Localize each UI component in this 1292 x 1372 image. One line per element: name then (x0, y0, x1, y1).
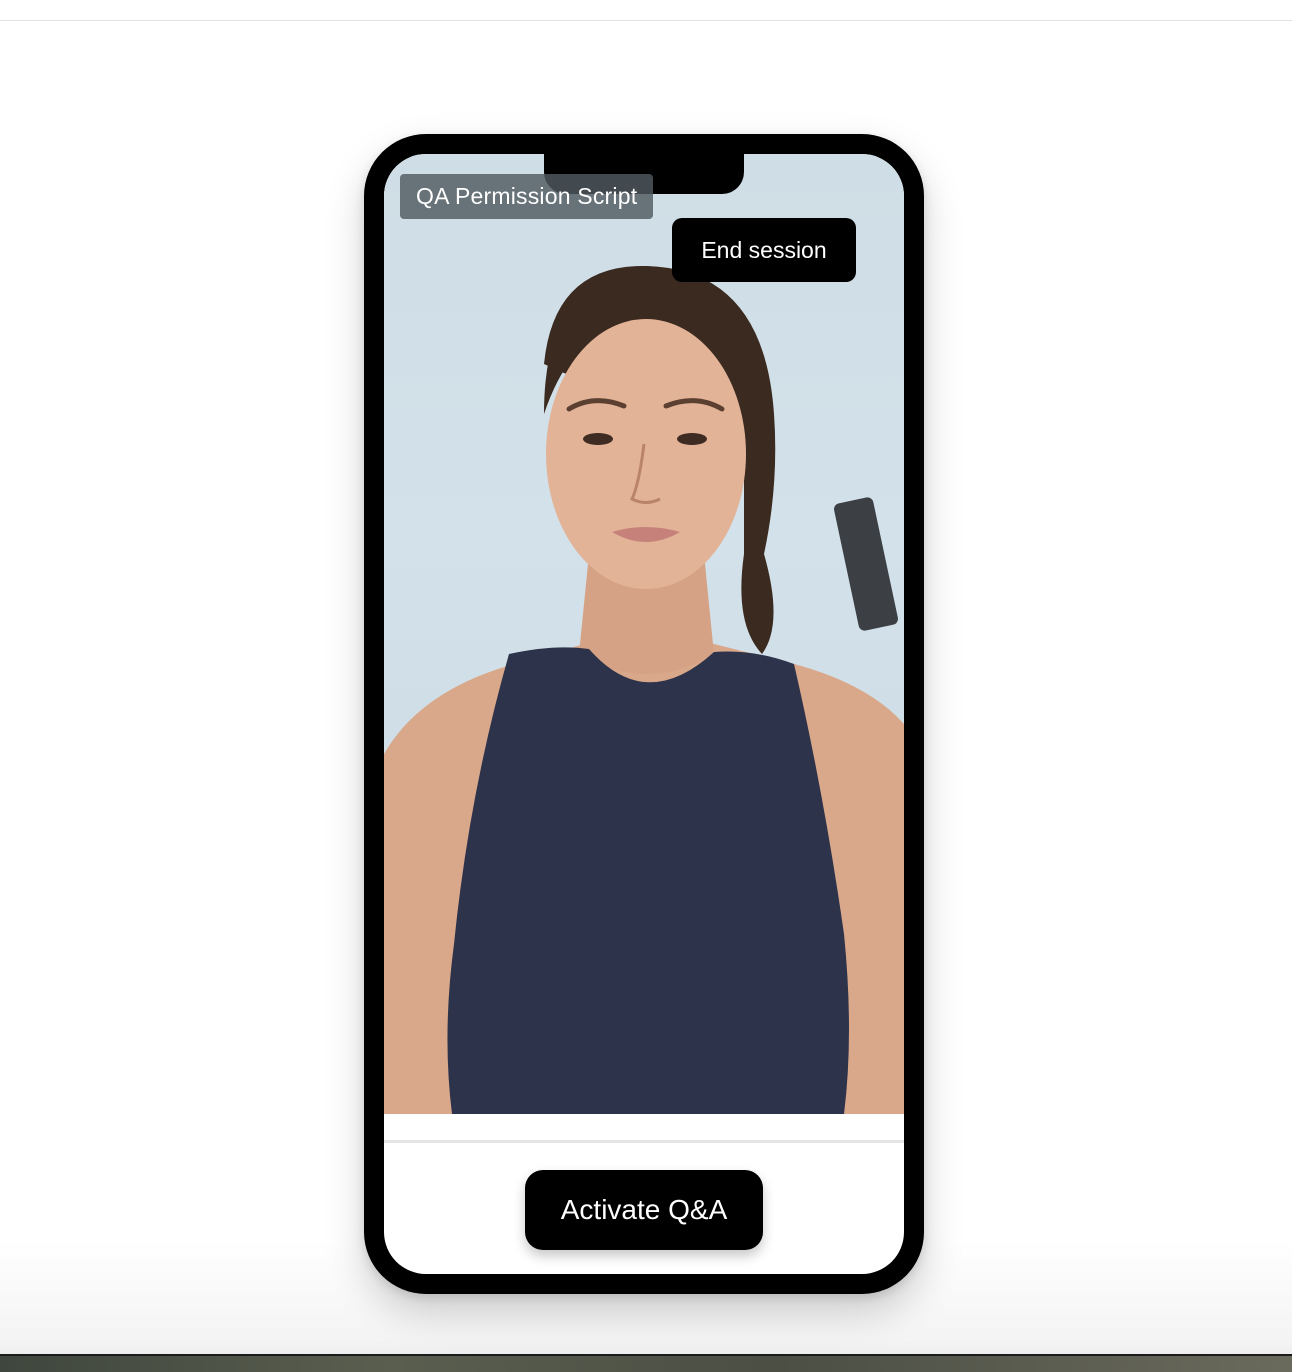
top-divider (0, 20, 1292, 21)
presenter-figure (384, 265, 904, 1114)
session-title: QA Permission Script (400, 174, 654, 219)
face (546, 319, 746, 589)
avatar-video[interactable] (384, 154, 904, 1114)
background-object (834, 497, 898, 631)
phone-screen: QA Permission Script End session Activat… (384, 154, 904, 1274)
end-session-button[interactable]: End session (672, 218, 856, 282)
desktop-strip (0, 1354, 1292, 1372)
activate-qa-button[interactable]: Activate Q&A (525, 1170, 763, 1250)
phone-frame: QA Permission Script End session Activat… (364, 134, 924, 1294)
tank-top (447, 647, 849, 1114)
screen-divider (384, 1140, 904, 1143)
page: QA Permission Script End session Activat… (0, 0, 1292, 1372)
